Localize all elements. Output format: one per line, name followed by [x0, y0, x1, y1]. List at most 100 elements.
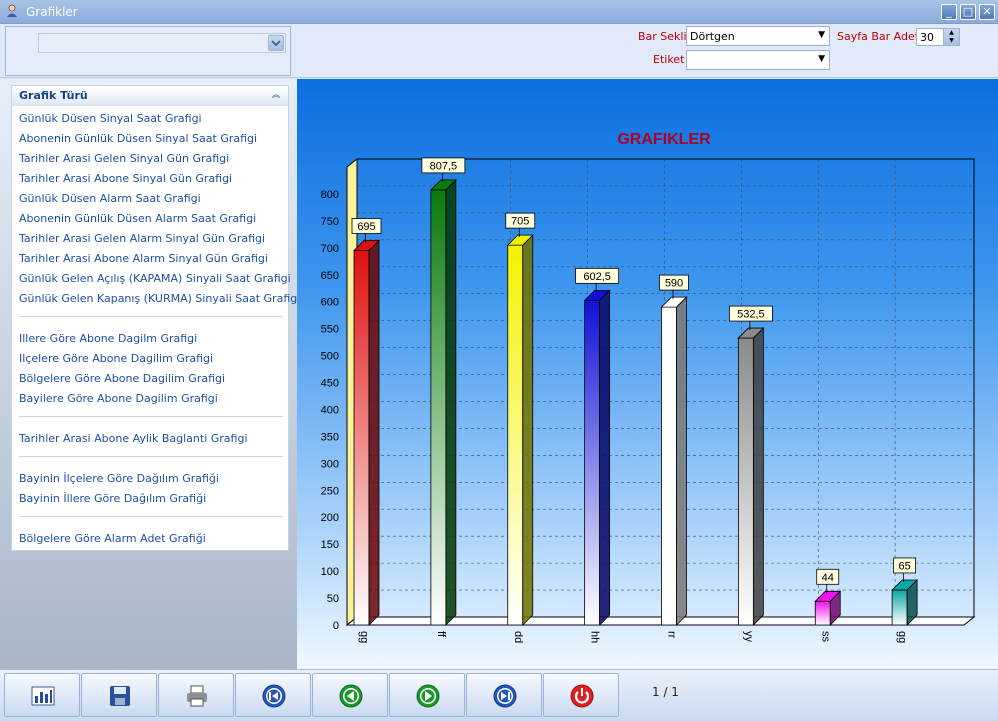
grafik-turu-item[interactable]: Ilçelere Göre Abone Dagilim Grafigi: [19, 352, 213, 365]
chart-area: GRAFIKLER 0 50 100 150 200 250 300 350 400 450 500 5…: [297, 79, 998, 669]
grafik-turu-item[interactable]: Bölgelere Göre Alarm Adet Grafiği: [19, 532, 206, 545]
maximize-button[interactable]: □: [960, 4, 976, 20]
grafik-turu-item[interactable]: Günlük Gelen Açılış (KAPAMA) Sinyali Saa…: [19, 272, 291, 285]
etiket-select[interactable]: ▼: [686, 50, 830, 70]
item-combobox[interactable]: [38, 33, 286, 53]
sayfa-bar-adeti-stepper[interactable]: 30 ▲ ▼: [916, 28, 960, 46]
power-icon: [570, 684, 594, 708]
close-button[interactable]: ✕: [979, 4, 995, 20]
last-page-icon: [493, 684, 517, 708]
bar-front: [737, 337, 754, 626]
bar-side-shade: [445, 179, 456, 625]
sayfa-bar-adeti-value: 30: [920, 31, 934, 44]
print-icon: [187, 685, 207, 707]
chevron-down-icon: ▼: [818, 30, 825, 40]
grafik-turu-item[interactable]: Günlük Gelen Kapanış (KURMA) Sinyali Saa…: [19, 292, 300, 305]
grafik-turu-panel: Grafik Türü ︽ Günlük Düsen Sinyal Saat G…: [11, 85, 300, 551]
grafik-turu-item[interactable]: Tarihler Arasi Abone Aylik Baglanti Graf…: [19, 432, 248, 445]
x-tick-label: rr: [666, 631, 678, 639]
bar-sekli-select[interactable]: Dörtgen ▼: [686, 26, 830, 46]
next-icon: [416, 684, 440, 708]
collapse-chevron-icon[interactable]: ︽: [270, 90, 282, 102]
stepper-down-icon[interactable]: ▼: [944, 37, 959, 45]
grafik-turu-item[interactable]: Günlük Düsen Sinyal Saat Grafigi: [19, 112, 202, 125]
stepper-up-icon[interactable]: ▲: [944, 29, 959, 37]
combobox-dropdown-button[interactable]: [268, 35, 284, 51]
data-label: 695: [357, 221, 375, 233]
etiket-label: Etiket: [653, 53, 685, 66]
grafik-turu-item[interactable]: Bayilere Göre Abone Dagilim Grafigi: [19, 392, 218, 405]
grafik-turu-item[interactable]: Bayinin İllere Göre Dağılım Grafiği: [19, 492, 206, 505]
grafik-turu-item[interactable]: Abonenin Günlük Düsen Sinyal Saat Grafig…: [19, 132, 257, 145]
bar-side-shade: [676, 297, 687, 625]
title-bar: Grafikler _ □ ✕: [0, 0, 998, 24]
grafik-turu-item[interactable]: Abonenin Günlük Düsen Alarm Saat Grafigi: [19, 212, 256, 225]
grafik-turu-item[interactable]: Tarihler Arasi Gelen Alarm Sinyal Gün Gr…: [19, 232, 265, 245]
x-tick-label: gg: [358, 631, 370, 643]
y-tick-label: 200: [321, 512, 339, 524]
data-label: 705: [511, 216, 529, 228]
bar-front: [814, 600, 831, 626]
save-icon: [110, 686, 130, 706]
y-tick-label: 750: [321, 216, 339, 228]
menu-separator: [19, 416, 283, 417]
bottom-toolbar: 1 / 1: [0, 669, 998, 721]
print-button[interactable]: [158, 673, 234, 717]
sayfa-bar-adeti-label: Sayfa Bar Adeti: [837, 30, 923, 43]
bar-chart: GRAFIKLER 0 50 100 150 200 250 300 350 400 450 500 5…: [321, 131, 976, 643]
x-tick-label: ss: [819, 631, 831, 643]
previous-icon: [339, 684, 363, 708]
bar-sekli-value: Dörtgen: [690, 30, 735, 43]
y-tick-label: 450: [321, 378, 339, 390]
y-tick-label: 300: [321, 458, 339, 470]
bar-front: [430, 189, 447, 626]
exit-button[interactable]: [543, 673, 619, 717]
x-tick-label: yy: [742, 631, 754, 643]
first-page-button[interactable]: [235, 673, 311, 717]
chart-title: GRAFIKLER: [617, 131, 711, 148]
x-tick-label: gg: [896, 631, 908, 643]
menu-separator: [19, 456, 283, 457]
y-tick-label: 550: [321, 324, 339, 336]
bar-front: [891, 589, 908, 626]
y-tick-label: 0: [333, 620, 339, 632]
bar-sekli-label: Bar Sekli: [638, 30, 687, 43]
grafik-turu-item[interactable]: Günlük Düsen Alarm Saat Grafigi: [19, 192, 201, 205]
previous-button[interactable]: [312, 673, 388, 717]
left-pane: Grafik Türü ︽ Günlük Düsen Sinyal Saat G…: [0, 79, 300, 669]
minimize-button[interactable]: _: [941, 4, 957, 20]
bar-side-shade: [599, 290, 610, 625]
data-label: 65: [899, 560, 911, 572]
grafik-turu-item[interactable]: Bayinin İlçelere Göre Dağılım Grafiği: [19, 472, 219, 485]
grafik-turu-item[interactable]: Tarihler Arasi Abone Alarm Sinyal Gün Gr…: [19, 252, 268, 265]
save-button[interactable]: [81, 673, 157, 717]
window-title: Grafikler: [26, 5, 78, 19]
bar-front: [661, 306, 677, 626]
grafik-turu-item[interactable]: Tarihler Arasi Abone Sinyal Gün Grafigi: [19, 172, 232, 185]
bar-front: [353, 250, 370, 626]
grafik-turu-header[interactable]: Grafik Türü ︽: [12, 86, 288, 106]
close-icon: ✕: [982, 5, 992, 18]
y-tick-label: 600: [321, 297, 339, 309]
bar-front: [507, 244, 524, 626]
y-tick-label: 650: [321, 270, 339, 282]
data-label: 532,5: [737, 309, 765, 321]
data-label: 590: [665, 278, 683, 290]
grafik-turu-item[interactable]: Bölgelere Göre Abone Dagilim Grafigi: [19, 372, 225, 385]
app-user-icon: [7, 4, 17, 17]
stepper-buttons[interactable]: ▲ ▼: [943, 29, 959, 45]
menu-separator: [19, 316, 283, 317]
y-tick-label: 400: [321, 404, 339, 416]
bar-side-shade: [753, 328, 764, 625]
grafik-turu-item[interactable]: Tarihler Arasi Gelen Sinyal Gün Grafigi: [19, 152, 229, 165]
next-button[interactable]: [389, 673, 465, 717]
grafik-turu-item[interactable]: Illere Göre Abone Dagilm Grafigi: [19, 332, 197, 345]
bar-side-shade: [369, 240, 379, 626]
y-tick-label: 500: [321, 351, 339, 363]
y-tick-label: 700: [321, 243, 339, 255]
grafik-turu-title: Grafik Türü: [19, 89, 88, 102]
last-page-button[interactable]: [466, 673, 542, 717]
data-label: 44: [822, 572, 834, 584]
chart-button[interactable]: [4, 673, 80, 717]
menu-separator: [19, 516, 283, 517]
